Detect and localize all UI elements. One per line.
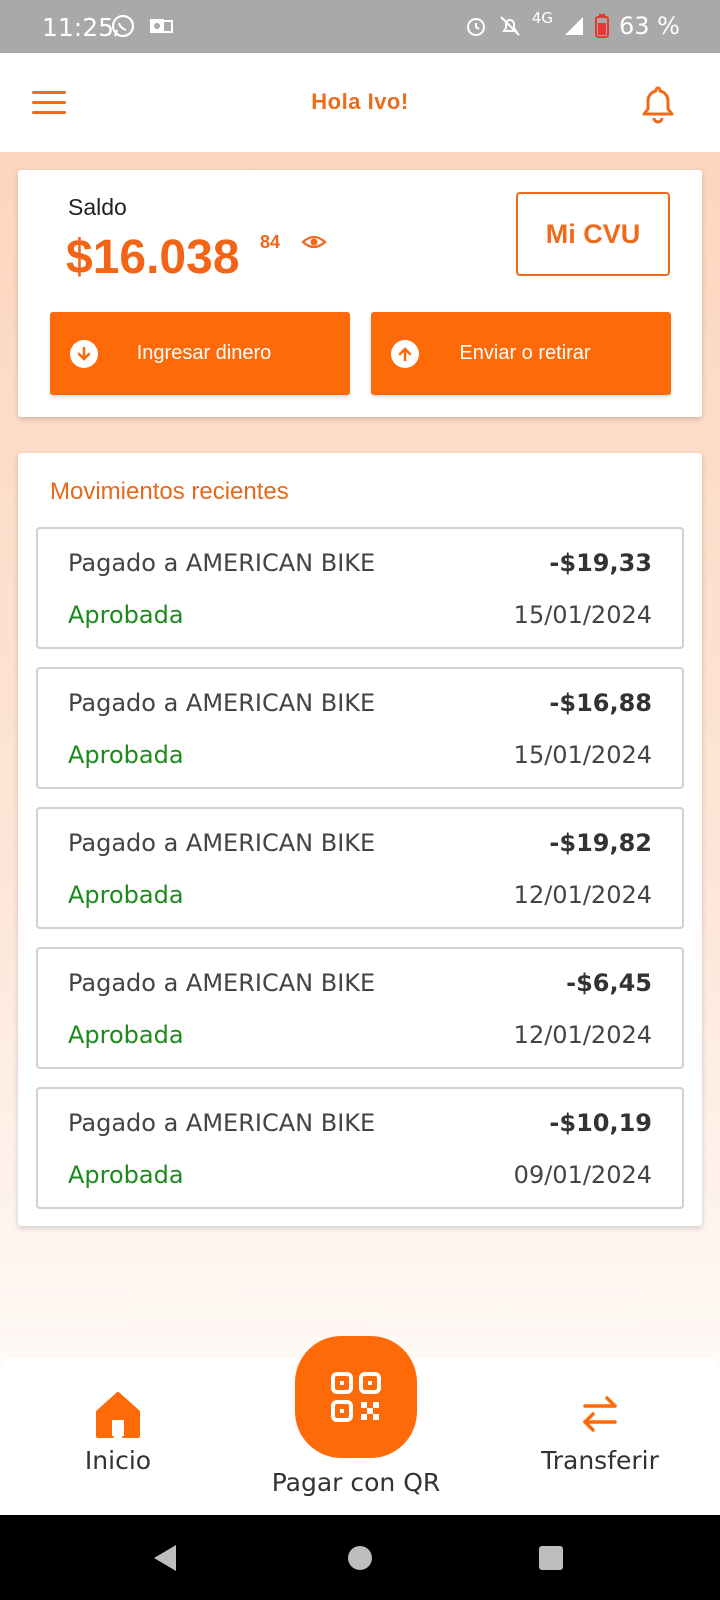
movement-description: Pagado a AMERICAN BIKE	[68, 1109, 376, 1137]
signal-icon	[565, 17, 584, 35]
system-navigation-bar	[0, 1515, 720, 1600]
movement-item[interactable]: Pagado a AMERICAN BIKE -$10,19 Aprobada …	[36, 1087, 684, 1209]
battery-icon	[595, 14, 610, 38]
transfer-arrows-icon	[582, 1396, 617, 1432]
balance-amount: $16.038	[66, 231, 240, 284]
movement-description: Pagado a AMERICAN BIKE	[68, 549, 376, 577]
balance-label: Saldo	[68, 194, 127, 220]
recents-square-icon[interactable]	[538, 1545, 564, 1571]
nav-home[interactable]: Inicio	[58, 1388, 178, 1475]
alarm-icon	[466, 18, 485, 36]
movement-amount: -$19,33	[549, 549, 652, 577]
nav-transfer[interactable]: Transferir	[530, 1388, 670, 1475]
notification-bell-icon[interactable]	[640, 84, 676, 124]
mute-bell-icon	[500, 16, 520, 36]
movement-description: Pagado a AMERICAN BIKE	[68, 969, 376, 997]
movement-status: Aprobada	[68, 881, 184, 909]
status-time: 11:25	[42, 13, 115, 42]
arrow-down-circle-icon	[70, 339, 98, 368]
nav-qr-label[interactable]: Pagar con QR	[250, 1468, 462, 1497]
movement-status: Aprobada	[68, 1161, 184, 1189]
nav-home-label: Inicio	[84, 1446, 152, 1475]
whatsapp-icon	[111, 14, 135, 38]
movement-date: 12/01/2024	[513, 881, 652, 909]
movement-amount: -$19,82	[549, 829, 652, 857]
my-cvu-button[interactable]: Mi CVU	[516, 192, 670, 276]
greeting-title: Hola Ivo!	[311, 89, 409, 114]
pay-qr-button[interactable]	[295, 1336, 417, 1458]
deposit-money-label: Ingresar dinero	[136, 342, 272, 364]
movement-item[interactable]: Pagado a AMERICAN BIKE -$6,45 Aprobada 1…	[36, 947, 684, 1069]
arrow-up-circle-icon	[391, 339, 419, 368]
movement-date: 15/01/2024	[513, 741, 652, 769]
movement-item[interactable]: Pagado a AMERICAN BIKE -$16,88 Aprobada …	[36, 667, 684, 789]
movement-description: Pagado a AMERICAN BIKE	[68, 829, 376, 857]
recent-movements-card: Movimientos recientes Pagado a AMERICAN …	[18, 453, 702, 1226]
app-header: Hola Ivo!	[0, 53, 720, 152]
outlook-icon	[150, 19, 173, 33]
recent-movements-title: Movimientos recientes	[50, 478, 289, 505]
movement-item[interactable]: Pagado a AMERICAN BIKE -$19,33 Aprobada …	[36, 527, 684, 649]
status-right: 4G 63 %	[464, 9, 680, 40]
movement-amount: -$16,88	[549, 689, 652, 717]
movement-description: Pagado a AMERICAN BIKE	[68, 689, 376, 717]
deposit-money-button[interactable]: Ingresar dinero	[50, 312, 350, 395]
balance-cents: 84	[260, 232, 281, 252]
home-circle-icon[interactable]	[347, 1545, 373, 1571]
movement-amount: -$10,19	[549, 1109, 652, 1137]
movement-amount: -$6,45	[566, 969, 652, 997]
back-icon[interactable]	[150, 1543, 180, 1573]
home-icon	[96, 1392, 140, 1438]
network-type: 4G	[531, 9, 554, 27]
movement-date: 15/01/2024	[513, 601, 652, 629]
send-withdraw-button[interactable]: Enviar o retirar	[371, 312, 671, 395]
movement-status: Aprobada	[68, 741, 184, 769]
balance-card: Saldo $16.038 84 Mi CVU Ingresar dinero …	[18, 170, 702, 417]
battery-level: 63 %	[619, 12, 680, 40]
status-bar: 11:25 4G 63 %	[0, 0, 720, 53]
movement-status: Aprobada	[68, 601, 184, 629]
movement-status: Aprobada	[68, 1021, 184, 1049]
movement-date: 09/01/2024	[513, 1161, 652, 1189]
qr-code-icon	[331, 1372, 381, 1422]
eye-icon[interactable]	[301, 232, 327, 252]
nav-transfer-label: Transferir	[541, 1446, 659, 1475]
movement-item[interactable]: Pagado a AMERICAN BIKE -$19,82 Aprobada …	[36, 807, 684, 929]
send-withdraw-label: Enviar o retirar	[459, 342, 591, 364]
movement-date: 12/01/2024	[513, 1021, 652, 1049]
